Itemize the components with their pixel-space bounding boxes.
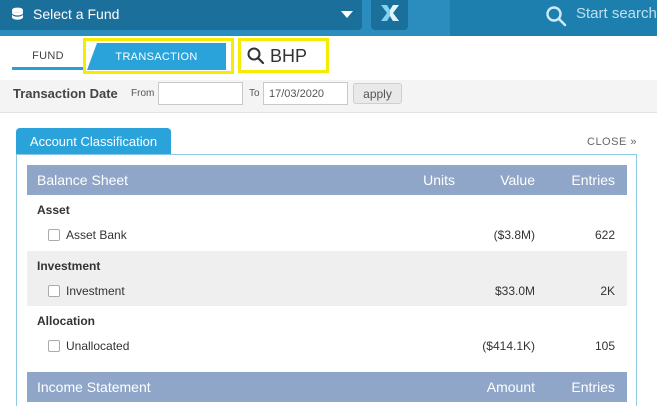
apply-button[interactable]: apply	[353, 83, 402, 104]
row-checkbox[interactable]	[48, 340, 60, 352]
search-icon	[545, 5, 567, 32]
tab-fund[interactable]: FUND	[12, 44, 84, 70]
fund-select-dropdown[interactable]: Select a Fund	[0, 0, 362, 30]
caret-down-icon	[341, 11, 353, 18]
group-label-allocation: Allocation	[37, 314, 96, 328]
row-checkbox[interactable]	[48, 229, 60, 241]
group-label-investment: Investment	[37, 259, 101, 273]
account-entries: 105	[594, 339, 615, 353]
export-excel-button[interactable]	[371, 0, 408, 30]
database-icon	[11, 7, 24, 27]
table-row: Investment $33.0M 2K	[27, 280, 627, 302]
search-icon	[246, 46, 266, 71]
tab-transaction[interactable]: TRANSACTION	[87, 43, 226, 70]
column-value: Value	[500, 172, 535, 188]
column-entries: Entries	[571, 379, 615, 395]
global-search[interactable]: Start search	[450, 0, 657, 36]
account-entries: 622	[594, 228, 615, 242]
balance-sheet-header: Balance Sheet Units Value Entries	[27, 165, 627, 195]
account-value: ($414.1K)	[482, 339, 535, 353]
to-date-input[interactable]	[263, 82, 348, 105]
table-row: Unallocated ($414.1K) 105	[27, 335, 627, 357]
account-entries: 2K	[600, 284, 615, 298]
column-amount: Amount	[486, 379, 535, 395]
income-statement-header: Income Statement Amount Entries	[27, 372, 627, 402]
from-label: From	[131, 88, 155, 99]
transaction-date-label: Transaction Date	[13, 86, 118, 101]
close-link[interactable]: CLOSE »	[587, 136, 637, 148]
account-value: ($3.8M)	[493, 228, 535, 242]
account-name: Investment	[66, 284, 125, 298]
row-checkbox[interactable]	[48, 285, 60, 297]
top-bar: Select a Fund Start search	[0, 0, 657, 36]
account-classification-tab[interactable]: Account Classification	[16, 128, 171, 154]
transaction-search-input[interactable]	[270, 45, 324, 67]
fund-select-label: Select a Fund	[33, 6, 120, 22]
column-units: Units	[423, 172, 455, 188]
column-entries: Entries	[571, 172, 615, 188]
transaction-search-box	[238, 38, 329, 73]
account-value: $33.0M	[494, 284, 535, 298]
excel-icon	[379, 4, 401, 27]
table-row: Asset Bank ($3.8M) 622	[27, 224, 627, 246]
group-label-asset: Asset	[37, 203, 70, 217]
income-statement-title: Income Statement	[37, 379, 151, 395]
account-name: Unallocated	[66, 339, 130, 353]
balance-sheet-title: Balance Sheet	[37, 172, 129, 188]
date-filter-bar: Transaction Date From To apply	[0, 80, 657, 113]
global-search-placeholder: Start search	[576, 5, 657, 22]
account-name: Asset Bank	[66, 228, 127, 242]
to-label: To	[249, 88, 260, 99]
from-date-input[interactable]	[158, 82, 243, 105]
